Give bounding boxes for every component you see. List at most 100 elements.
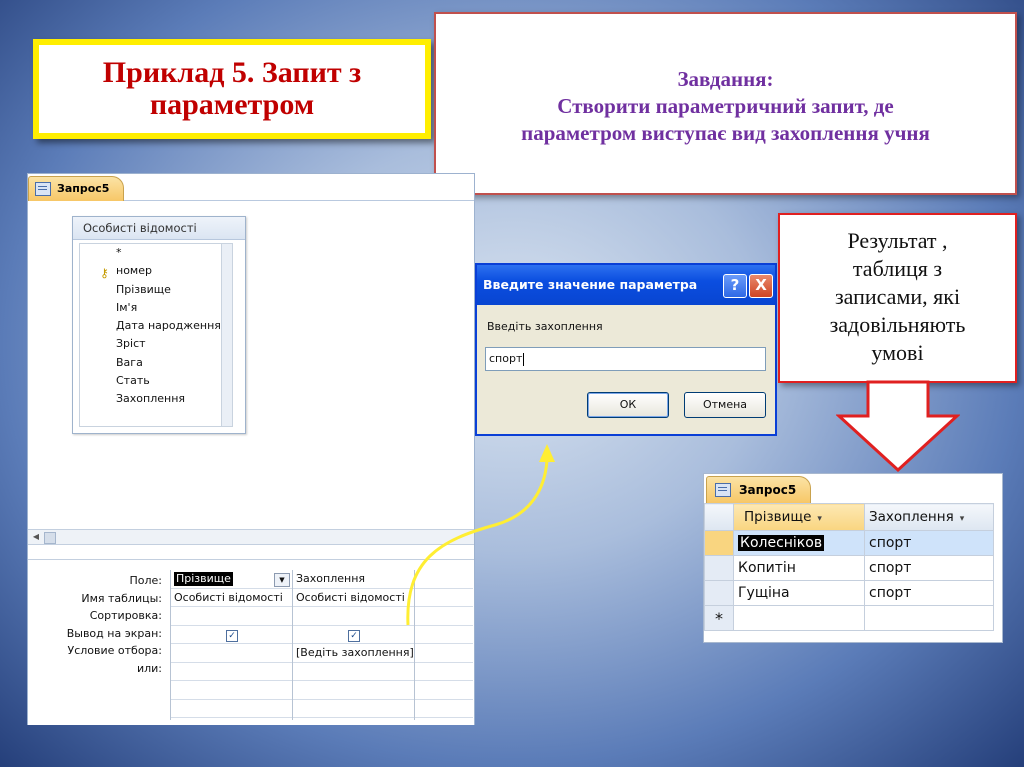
result-table: Прізвище ▾ Захоплення ▾ Колесніков спорт К… — [704, 503, 994, 631]
row-label-show: Вывод на экран: — [66, 626, 162, 640]
table-cell[interactable]: спорт — [864, 580, 994, 606]
column-header-label: Захоплення — [869, 509, 954, 525]
selected-cell-text: Колесніков — [738, 535, 825, 551]
show-checkbox[interactable]: ✓ — [226, 629, 238, 642]
help-icon[interactable]: ? — [723, 274, 747, 298]
table-cell[interactable] — [864, 605, 994, 631]
slide-title-box: Приклад 5. Запит з параметром — [33, 39, 431, 139]
ok-button[interactable]: ОК — [587, 392, 669, 418]
result-line-4: задовільняють — [829, 312, 966, 337]
row-label-table: Имя таблицы: — [81, 591, 162, 605]
grid-column-1: Прізвище ▼ Особисті відомості ✓ — [170, 570, 293, 720]
grid-row-labels: Поле: Имя таблицы: Сортировка: Вывод на … — [28, 572, 166, 677]
query-tab[interactable]: Запрос5 — [28, 176, 125, 201]
task-line-1: Створити параметричний запит, де — [557, 94, 894, 118]
table-cell[interactable]: Копитін — [733, 555, 865, 581]
grid-empty-cell[interactable] — [293, 681, 415, 700]
row-label-criteria: Условие отбора: — [67, 644, 163, 657]
grid-empty-cell[interactable] — [171, 700, 293, 718]
grid-empty-cell[interactable] — [415, 700, 473, 718]
grid-empty-cell[interactable] — [293, 700, 415, 718]
table-cell[interactable]: спорт — [864, 530, 994, 556]
table-cell: Колесніков — [733, 530, 865, 556]
grid-field-cell[interactable]: Прізвище ▼ — [171, 570, 293, 589]
result-datasheet-window: Запрос5 Прізвище ▾ Захоплення ▾ Колесніков… — [703, 473, 1003, 643]
query-tab-label: Запрос5 — [57, 182, 110, 195]
field-item[interactable]: Дата народження — [80, 317, 232, 335]
grid-table-cell[interactable]: Особисті відомості — [171, 589, 293, 607]
sort-dropdown-icon[interactable]: ▾ — [817, 514, 822, 524]
query-icon — [35, 182, 51, 196]
new-record-row[interactable]: * — [704, 605, 994, 631]
table-cell[interactable]: Гущіна — [733, 580, 865, 606]
task-box: Завдання: Створити параметричний запит, … — [434, 12, 1017, 195]
scroll-left-icon[interactable]: ◀ — [30, 531, 42, 543]
result-line-1: Результат , — [847, 228, 948, 253]
dropdown-arrow-icon[interactable]: ▼ — [274, 573, 290, 587]
result-line-5: умові — [871, 340, 924, 365]
table-cell[interactable]: спорт — [864, 555, 994, 581]
result-line-3: записами, які — [834, 284, 961, 309]
table-row[interactable]: Копитін спорт — [704, 555, 994, 581]
grid-or-cell[interactable] — [293, 663, 415, 681]
cancel-button[interactable]: Отмена — [684, 392, 766, 418]
grid-empty-cell[interactable] — [415, 681, 473, 700]
slide-title: Приклад 5. Запит з параметром — [102, 56, 362, 121]
grid-field-value: Прізвище — [174, 572, 233, 586]
field-item[interactable]: Ім'я — [80, 299, 232, 317]
grid-show-cell: ✓ — [171, 626, 293, 644]
field-list-items: * ⚷ номер Прізвище Ім'я Дата народження … — [79, 243, 233, 427]
text-caret — [523, 352, 525, 366]
column-header-hobby[interactable]: Захоплення ▾ — [864, 503, 994, 531]
grid-criteria-cell[interactable] — [415, 644, 473, 663]
show-checkbox[interactable]: ✓ — [348, 629, 360, 642]
grid-or-cell[interactable] — [415, 663, 473, 681]
sort-dropdown-icon[interactable]: ▾ — [960, 514, 965, 524]
grid-or-cell[interactable] — [171, 663, 293, 681]
field-item[interactable]: Стать — [80, 372, 232, 390]
result-line-2: таблиця з — [852, 256, 943, 281]
table-field-list[interactable]: Особисті відомості * ⚷ номер Прізвище Ім… — [72, 216, 246, 434]
scroll-thumb[interactable] — [44, 532, 56, 544]
curved-arrow-icon — [406, 444, 555, 626]
field-item[interactable]: Вага — [80, 354, 232, 372]
close-icon[interactable]: X — [749, 274, 773, 298]
field-item[interactable]: Прізвище — [80, 281, 232, 299]
table-cell[interactable] — [733, 605, 865, 631]
parameter-input[interactable]: спорт — [485, 347, 766, 371]
column-header-label: Прізвище — [744, 509, 812, 525]
query-icon — [715, 483, 731, 497]
table-header-row: Прізвище ▾ Захоплення ▾ — [704, 503, 994, 531]
table-row[interactable]: Гущіна спорт — [704, 580, 994, 606]
row-selector[interactable] — [704, 555, 734, 581]
row-label-sort: Сортировка: — [89, 609, 162, 622]
task-heading: Завдання: — [677, 67, 774, 91]
grid-field-cell[interactable]: Захоплення — [293, 570, 415, 589]
grid-empty-cell[interactable] — [171, 681, 293, 700]
grid-sort-cell[interactable] — [293, 607, 415, 626]
row-selector[interactable] — [704, 580, 734, 606]
field-item-key[interactable]: ⚷ номер — [80, 262, 232, 280]
field-item[interactable]: Зріст — [80, 335, 232, 353]
field-item[interactable]: * — [80, 244, 232, 262]
row-selector[interactable] — [704, 530, 734, 556]
column-header-surname[interactable]: Прізвище ▾ — [733, 503, 865, 531]
primary-key-icon: ⚷ — [100, 266, 109, 281]
grid-show-cell: ✓ — [293, 626, 415, 644]
parameter-dialog: Введите значение параметра ? X Введіть з… — [475, 263, 777, 436]
new-record-icon: * — [704, 605, 734, 631]
grid-sort-cell[interactable] — [171, 607, 293, 626]
result-tab-label: Запрос5 — [739, 483, 797, 497]
dialog-prompt: Введіть захоплення — [487, 320, 603, 333]
result-tab[interactable]: Запрос5 — [706, 476, 812, 503]
task-line-2: параметром виступає вид захоплення учня — [521, 121, 930, 145]
down-arrow-icon — [836, 380, 960, 472]
field-item[interactable]: Захоплення — [80, 390, 232, 408]
field-list-scrollbar[interactable] — [221, 244, 232, 426]
row-label-or: или: — [136, 661, 162, 675]
table-row[interactable]: Колесніков спорт — [704, 530, 994, 556]
grid-criteria-cell[interactable]: [Ведіть захоплення] — [293, 644, 415, 663]
grid-table-cell[interactable]: Особисті відомості — [293, 589, 415, 607]
grid-criteria-cell[interactable] — [171, 644, 293, 663]
select-all-cell[interactable] — [704, 503, 734, 531]
